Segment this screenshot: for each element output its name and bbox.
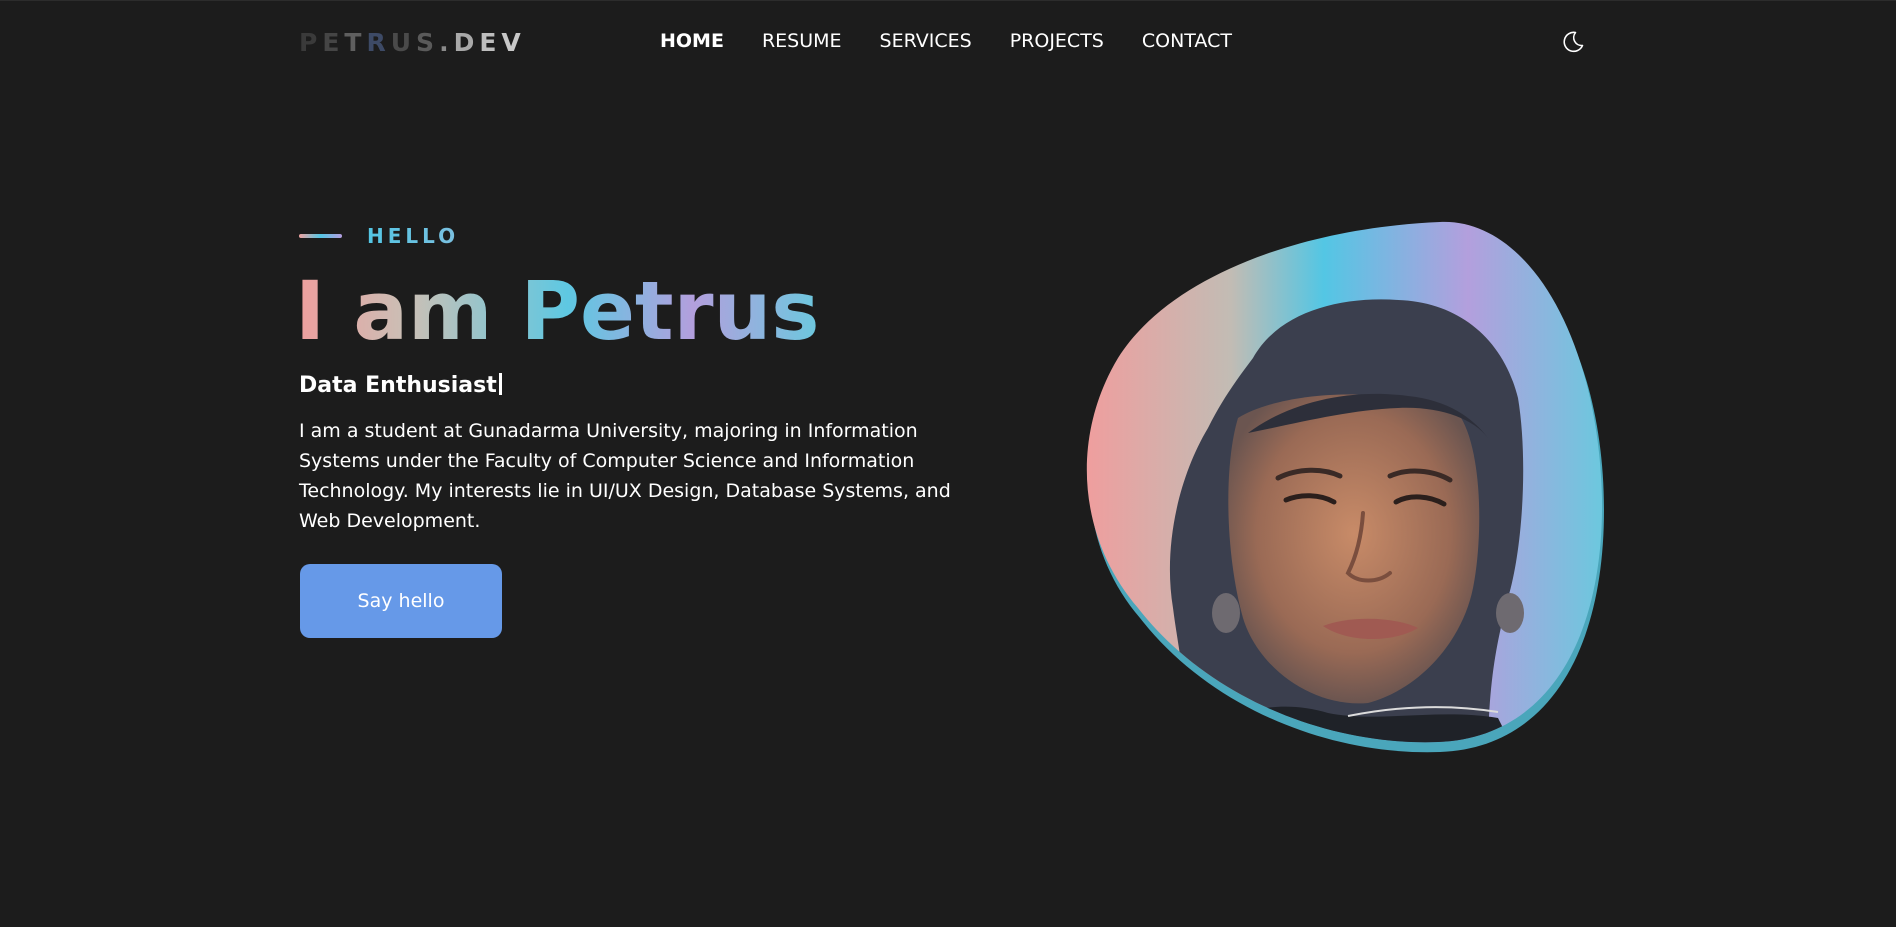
page: P E T R U S . D E V HOME RESUME SERVICES… bbox=[0, 0, 1896, 927]
nav-contact[interactable]: CONTACT bbox=[1142, 30, 1232, 52]
nav-resume[interactable]: RESUME bbox=[762, 30, 842, 52]
logo-letter: D bbox=[453, 28, 480, 57]
logo-letter: S bbox=[416, 28, 440, 57]
hero-title: I am Petrus bbox=[295, 262, 819, 362]
top-border bbox=[0, 0, 1896, 1]
eyebrow-text: HELLO bbox=[367, 224, 460, 248]
logo-letter: R bbox=[366, 28, 391, 57]
logo-letter: T bbox=[344, 28, 367, 57]
nav-projects[interactable]: PROJECTS bbox=[1010, 30, 1104, 52]
hello-eyebrow: HELLO bbox=[299, 224, 459, 248]
logo-letter: P bbox=[299, 28, 323, 57]
typing-cursor bbox=[498, 373, 502, 395]
role-typewriter: Data Enthusiast bbox=[299, 373, 502, 398]
site-logo[interactable]: P E T R U S . D E V bbox=[299, 28, 526, 57]
hero-bio: I am a student at Gunadarma University, … bbox=[299, 420, 951, 532]
nav-services[interactable]: SERVICES bbox=[880, 30, 972, 52]
logo-letter: U bbox=[390, 28, 417, 57]
logo-letter: E bbox=[322, 28, 345, 57]
eyebrow-line bbox=[299, 234, 342, 238]
logo-letter: . bbox=[439, 28, 454, 57]
moon-icon bbox=[1563, 31, 1584, 53]
logo-letter: E bbox=[479, 28, 502, 57]
role-text: Data Enthusiast bbox=[299, 373, 497, 398]
theme-toggle-button[interactable] bbox=[1561, 30, 1585, 54]
profile-portrait bbox=[1086, 221, 1604, 753]
nav-home[interactable]: HOME bbox=[660, 30, 724, 52]
logo-letter: V bbox=[501, 28, 526, 57]
main-nav: HOME RESUME SERVICES PROJECTS CONTACT bbox=[660, 30, 1270, 52]
say-hello-button[interactable]: Say hello bbox=[300, 564, 502, 638]
